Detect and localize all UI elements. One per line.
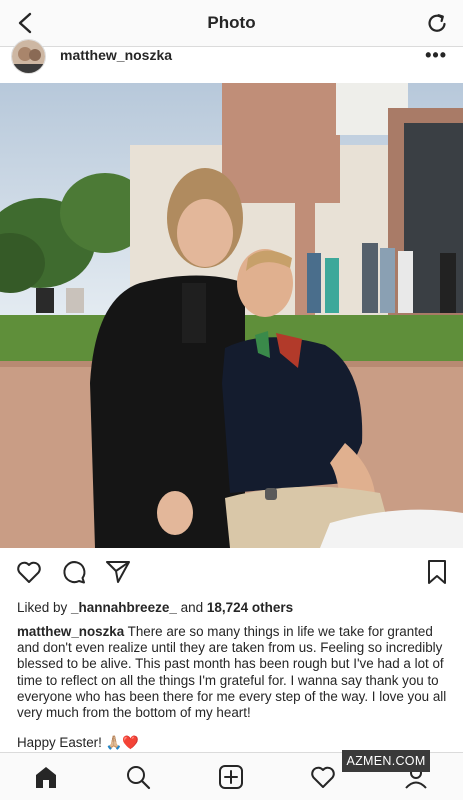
home-icon[interactable] [33, 764, 59, 790]
share-icon[interactable] [104, 558, 132, 586]
watermark: AZMEN.COM [342, 750, 430, 772]
easter-text: Happy Easter! [17, 735, 102, 750]
post-header: matthew_noszka ••• [0, 39, 463, 83]
refresh-icon[interactable] [425, 11, 449, 35]
likes-prefix: Liked by [17, 600, 72, 615]
activity-heart-icon[interactable] [310, 764, 336, 790]
pray-heart-emoji: 🙏🏼❤️ [105, 735, 139, 750]
likes-count[interactable]: 18,724 others [207, 600, 293, 615]
caption-easter-line: Happy Easter! 🙏🏼❤️ [17, 735, 139, 751]
liked-by-user[interactable]: _hannahbreeze_ [71, 600, 177, 615]
like-heart-icon[interactable] [15, 558, 43, 586]
post-photo[interactable] [0, 83, 463, 548]
page-title: Photo [207, 13, 256, 32]
search-icon[interactable] [125, 764, 151, 790]
top-nav-bar: Photo [0, 0, 463, 47]
bookmark-icon[interactable] [423, 558, 451, 586]
likes-summary: Liked by _hannahbreeze_ and 18,724 other… [17, 600, 293, 615]
post-actions [0, 556, 463, 592]
caption-username[interactable]: matthew_noszka [17, 624, 124, 639]
new-post-icon[interactable] [218, 764, 244, 790]
likes-and: and [176, 600, 207, 615]
post-caption: matthew_noszka There are so many things … [17, 624, 449, 721]
more-options-icon[interactable]: ••• [425, 45, 447, 66]
avatar[interactable] [11, 39, 46, 74]
post-username[interactable]: matthew_noszka [60, 47, 172, 63]
comment-icon[interactable] [60, 558, 88, 586]
